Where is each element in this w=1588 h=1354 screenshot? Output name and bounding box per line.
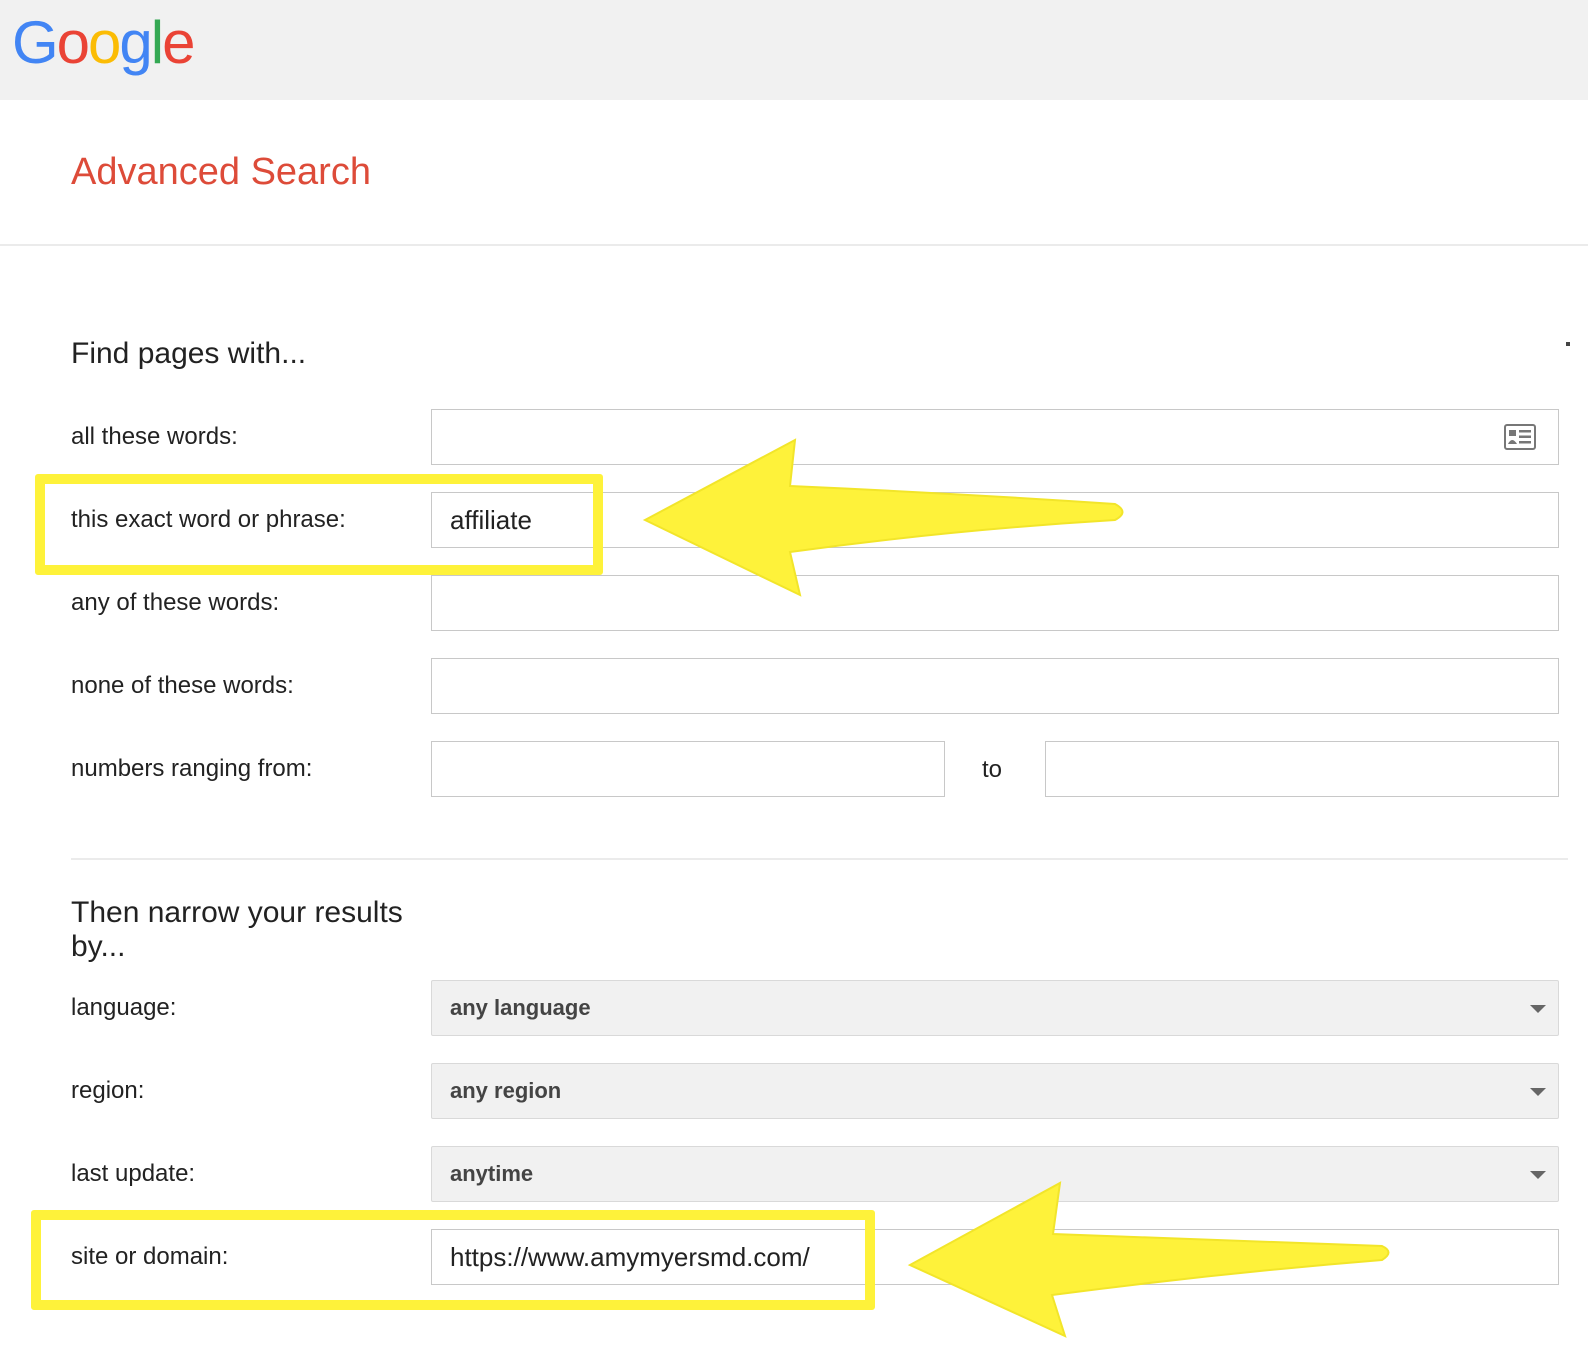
highlight-box-exact-phrase (35, 474, 603, 575)
numbers-range-label: numbers ranging from: (71, 755, 313, 782)
logo-letter: l (150, 9, 164, 76)
chevron-down-icon (1530, 1088, 1546, 1096)
numbers-to-input[interactable] (1045, 741, 1559, 797)
keyboard-icon[interactable] (1504, 424, 1536, 450)
last-update-label: last update: (71, 1160, 196, 1187)
logo-letter: g (119, 9, 152, 76)
numbers-to-label: to (982, 756, 1003, 783)
none-words-label: none of these words: (71, 672, 294, 699)
any-words-input[interactable] (431, 575, 1559, 631)
last-update-select[interactable]: anytime (431, 1146, 1559, 1202)
any-words-label: any of these words: (71, 589, 280, 616)
language-label: language: (71, 994, 177, 1021)
edge-mark (1566, 342, 1570, 346)
title-divider (0, 244, 1588, 246)
chevron-down-icon (1530, 1171, 1546, 1179)
region-selected-value: any region (450, 1078, 562, 1103)
highlight-box-site-domain (31, 1210, 875, 1310)
logo-letter: e (162, 9, 195, 76)
language-selected-value: any language (450, 995, 591, 1020)
all-words-label: all these words: (71, 423, 238, 450)
logo-letter: o (88, 9, 121, 76)
none-words-input[interactable] (431, 658, 1559, 714)
header-bar: Google (0, 0, 1588, 100)
region-label: region: (71, 1077, 145, 1104)
logo-letter: G (12, 9, 59, 76)
all-words-input[interactable] (431, 409, 1559, 465)
logo-letter: o (56, 9, 90, 76)
google-logo[interactable]: Google (12, 8, 196, 78)
region-select[interactable]: any region (431, 1063, 1559, 1119)
section-divider (71, 858, 1568, 860)
chevron-down-icon (1530, 1005, 1546, 1013)
page-title: Advanced Search (71, 151, 371, 193)
narrow-section-heading: Then narrow your results by... (71, 896, 403, 963)
numbers-from-input[interactable] (431, 741, 945, 797)
language-select[interactable]: any language (431, 980, 1559, 1036)
find-section-heading: Find pages with... (71, 337, 307, 370)
last-update-selected-value: anytime (450, 1161, 534, 1186)
